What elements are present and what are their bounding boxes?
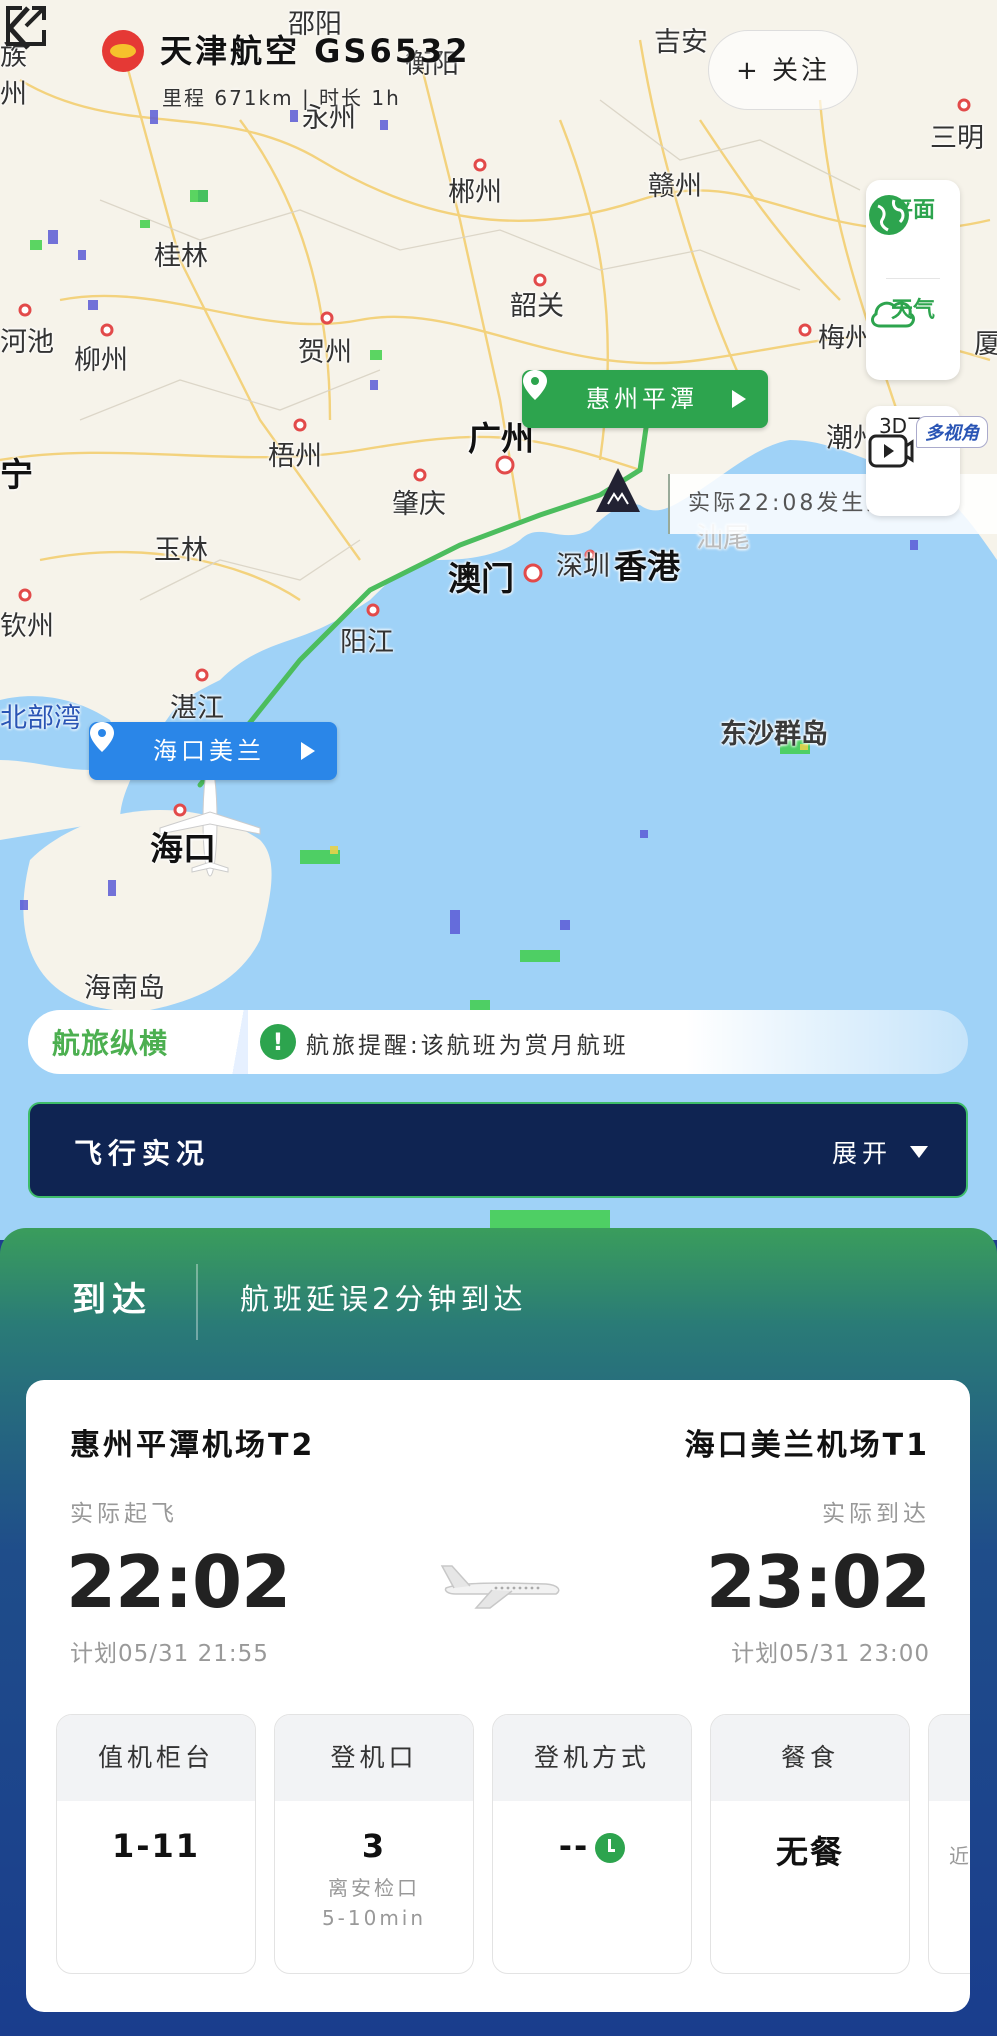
map-city-label: 湛江 bbox=[170, 693, 224, 724]
brand-label: 航旅纵横 bbox=[52, 1027, 169, 1060]
map-city-label: 肇庆 bbox=[392, 489, 446, 520]
tile-note: 近 bbox=[949, 1844, 970, 1868]
map-city-label: 梅州 bbox=[818, 323, 872, 354]
tile-note-line: 5-10min bbox=[321, 1906, 427, 1930]
departure-time: 22:02 bbox=[66, 1540, 291, 1624]
map-city-label: 郴州 bbox=[448, 177, 502, 208]
divider bbox=[228, 1010, 248, 1074]
meal-tile[interactable]: 餐食 无餐 bbox=[710, 1714, 910, 1974]
tile-header: 登机口 bbox=[275, 1715, 473, 1801]
flight-detail-card: 惠州平潭机场T2 海口美兰机场T1 实际起飞 实际到达 22:02 23:02 … bbox=[26, 1380, 970, 2012]
map-city-label: 东沙群岛 bbox=[720, 719, 828, 750]
flight-subtitle: 里程 671km | 时长 1h bbox=[162, 86, 401, 110]
travel-reminder-banner[interactable]: 航旅纵横 ! 航旅提醒:该航班为赏月航班 bbox=[28, 1010, 968, 1074]
map-city-label: 赣州 bbox=[648, 171, 702, 202]
caret-down-icon bbox=[910, 1146, 928, 1158]
tile-header bbox=[929, 1715, 970, 1801]
flight-title: 天津航空 GS6532 bbox=[160, 32, 471, 70]
expand-label: 展开 bbox=[831, 1139, 892, 1168]
divider bbox=[886, 278, 940, 279]
tile-header: 餐食 bbox=[711, 1715, 909, 1801]
arrival-time: 23:02 bbox=[705, 1540, 931, 1624]
map-city-label: 海南岛 bbox=[84, 973, 165, 1004]
alert-icon: ! bbox=[260, 1024, 296, 1060]
share-icon[interactable] bbox=[0, 0, 52, 52]
boarding-method-tile[interactable]: 登机方式 -- bbox=[492, 1714, 692, 1974]
delay-status-text: 航班延误2分钟到达 bbox=[240, 1282, 527, 1316]
arrival-status-label: 到达 bbox=[72, 1280, 152, 1320]
map-city-label: 海口 bbox=[150, 829, 216, 868]
tile-header: 登机方式 bbox=[493, 1715, 691, 1801]
arrival-scheduled: 计划05/31 23:00 bbox=[731, 1641, 930, 1667]
map-city-label: 河池 bbox=[0, 327, 54, 358]
location-pin-icon bbox=[523, 370, 547, 400]
map-city-label: 玉林 bbox=[154, 535, 208, 566]
video-play-icon bbox=[868, 434, 914, 468]
map-city-label: 柳州 bbox=[74, 345, 128, 376]
destination-airport-pill[interactable]: 海口美兰 bbox=[89, 722, 337, 780]
map-city-label: 桂林 bbox=[154, 241, 208, 272]
map-city-label: 三明 bbox=[930, 123, 984, 154]
reminder-text: 航旅提醒:该航班为赏月航班 bbox=[306, 1033, 629, 1059]
follow-button[interactable]: + 关注 bbox=[708, 30, 858, 110]
map-city-label: 澳门 bbox=[448, 559, 514, 598]
flight-info-tiles[interactable]: 值机柜台 1-11 登机口 3 离安检口 5-10min 登机方式 -- 餐食 无… bbox=[56, 1714, 970, 1976]
multi-view-badge: 多视角 bbox=[916, 416, 988, 448]
tile-value: 3 bbox=[361, 1827, 387, 1865]
extra-info-tile[interactable]: 近 bbox=[928, 1714, 970, 1974]
flight-live-status-bar[interactable]: 飞行实况 展开 bbox=[28, 1102, 968, 1198]
divider bbox=[196, 1264, 198, 1340]
destination-airport: 海口美兰机场T1 bbox=[684, 1428, 930, 1463]
map-city-label: 阳江 bbox=[340, 627, 394, 658]
map-city-label: 深圳 bbox=[556, 551, 610, 582]
tile-note: 离安检口 5-10min bbox=[275, 1873, 473, 1933]
tile-note-line: 离安检口 bbox=[328, 1876, 420, 1900]
live-status-title: 飞行实况 bbox=[74, 1137, 211, 1170]
map-city-label: 梧州 bbox=[268, 441, 322, 472]
tile-value: 1-11 bbox=[111, 1827, 201, 1865]
top-bar: 天津航空 GS6532 里程 671km | 时长 1h + 关注 bbox=[0, 0, 997, 120]
map-city-label: 宁 bbox=[0, 455, 33, 494]
play-icon bbox=[301, 742, 315, 760]
arrival-label: 实际到达 bbox=[822, 1501, 930, 1527]
checkin-counter-tile[interactable]: 值机柜台 1-11 bbox=[56, 1714, 256, 1974]
map-city-label: 贺州 bbox=[298, 337, 352, 368]
departure-label: 实际起飞 bbox=[70, 1501, 178, 1527]
origin-airport-pill[interactable]: 惠州平潭 bbox=[522, 370, 768, 428]
cloud-icon bbox=[871, 301, 915, 328]
destination-pill-label: 海口美兰 bbox=[153, 737, 265, 765]
tile-value: -- bbox=[493, 1827, 691, 1865]
map-controls-panel: 平面 天气 bbox=[866, 180, 960, 380]
weather-button[interactable]: 天气 bbox=[866, 292, 960, 328]
map-city-label: 香港 bbox=[614, 547, 680, 586]
tile-header: 值机柜台 bbox=[57, 1715, 255, 1801]
flat-map-button[interactable]: 平面 bbox=[866, 192, 960, 235]
map-city-label: 北部湾 bbox=[0, 703, 81, 734]
map-city-label: 钦州 bbox=[0, 611, 54, 642]
globe-icon bbox=[869, 195, 909, 235]
map-city-label: 韶关 bbox=[510, 291, 564, 322]
location-pin-icon bbox=[90, 722, 114, 752]
clock-icon bbox=[595, 1833, 626, 1863]
map-city-label: 厦 bbox=[974, 329, 997, 360]
origin-airport: 惠州平潭机场T2 bbox=[70, 1428, 316, 1463]
play-icon bbox=[732, 390, 746, 408]
origin-pill-label: 惠州平潭 bbox=[586, 385, 698, 413]
tile-value-text: -- bbox=[558, 1827, 590, 1865]
airplane-icon bbox=[440, 1565, 560, 1609]
event-label-text: 实际22:08发生某 bbox=[688, 491, 892, 516]
airline-logo bbox=[102, 30, 144, 72]
gate-tile[interactable]: 登机口 3 离安检口 5-10min bbox=[274, 1714, 474, 1974]
tile-value: 无餐 bbox=[775, 1833, 844, 1871]
departure-scheduled: 计划05/31 21:55 bbox=[70, 1641, 269, 1667]
